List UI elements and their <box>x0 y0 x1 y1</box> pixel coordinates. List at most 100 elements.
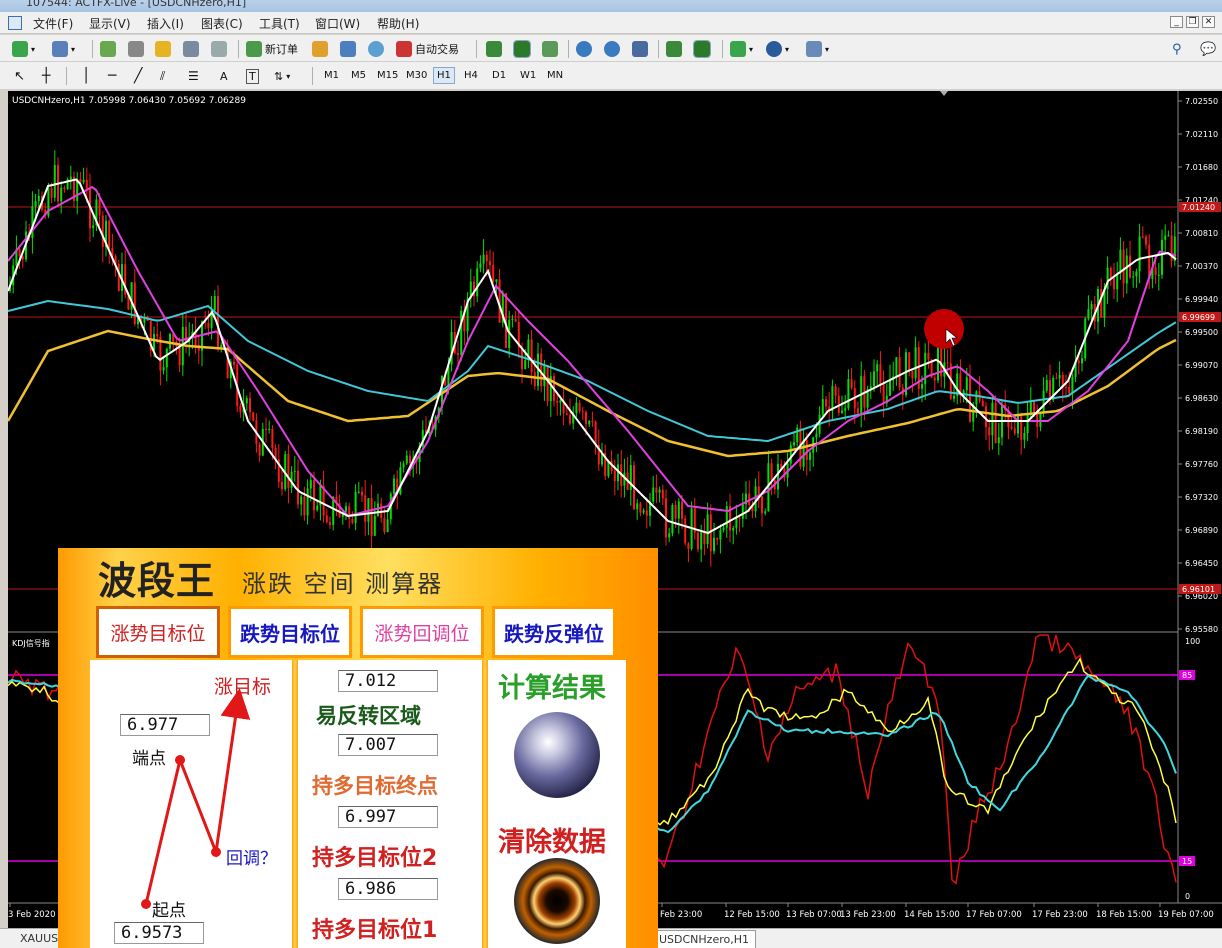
candle-body <box>79 178 82 183</box>
candle-body <box>1042 390 1045 413</box>
price-tick-label: 7.00370 <box>1185 262 1218 271</box>
autoscroll-button[interactable] <box>693 39 711 59</box>
vertical-line-tool[interactable]: │ <box>82 66 90 86</box>
candle-body <box>706 514 709 545</box>
candle-body <box>674 505 677 519</box>
menu-view[interactable]: 显示(V) <box>86 15 134 32</box>
tab-xauusd[interactable]: XAUUS <box>14 930 64 948</box>
signals-button[interactable] <box>368 39 384 59</box>
candle-body <box>559 400 562 403</box>
line-chart-button[interactable] <box>542 39 558 59</box>
new-order-button[interactable]: 新订单 <box>246 39 298 59</box>
zoom-out-button[interactable] <box>604 39 620 59</box>
time-tick-label: 14 Feb 15:00 <box>904 910 960 920</box>
tester-button[interactable] <box>211 39 227 59</box>
cursor-tool[interactable]: ↖ <box>14 66 25 86</box>
text-label-tool[interactable]: T <box>246 66 259 86</box>
new-chart-button[interactable]: ▾ <box>12 39 35 59</box>
candle-body <box>245 398 248 404</box>
chart-shift-marker[interactable] <box>940 91 948 96</box>
candle-body <box>697 532 699 550</box>
navigator-button[interactable] <box>155 39 171 59</box>
candle-body <box>764 511 767 514</box>
candle-body <box>1154 267 1157 276</box>
bar-chart-button[interactable] <box>486 39 502 59</box>
tile-windows-button[interactable] <box>632 39 648 59</box>
candle-body <box>18 249 21 257</box>
timeframe-w1[interactable]: W1 <box>518 69 538 82</box>
candle-body <box>1071 376 1074 394</box>
community-button[interactable] <box>340 39 356 59</box>
app-icon[interactable] <box>8 16 22 30</box>
minimize-icon[interactable]: _ <box>1170 16 1183 28</box>
menu-window[interactable]: 窗口(W) <box>312 15 363 32</box>
arrows-tool[interactable]: ⇅ ▾ <box>274 66 290 86</box>
tab-uptrend-target[interactable]: 涨势目标位 <box>96 606 220 658</box>
candle-body <box>31 206 34 239</box>
candle-body <box>898 357 901 388</box>
timeframe-h1[interactable]: H1 <box>433 67 455 84</box>
candle-body <box>1068 387 1071 394</box>
trendline-tool[interactable]: ╱ <box>134 66 142 86</box>
terminal-button[interactable] <box>183 39 199 59</box>
candle-body <box>994 402 997 444</box>
indicators-button[interactable]: ▾ <box>730 39 753 59</box>
horizontal-line-tool[interactable]: ─ <box>108 66 116 86</box>
candle-body <box>825 399 827 407</box>
timeframe-h4[interactable]: H4 <box>462 69 480 82</box>
candle-body <box>1125 255 1128 284</box>
terminal-window: 107544: ACTFX-Live - [USDCNHzero,H1] 文件(… <box>0 0 1222 948</box>
menu-chart[interactable]: 图表(C) <box>198 15 246 32</box>
periods-button[interactable]: ▾ <box>766 39 789 59</box>
chart-shift-button[interactable] <box>666 39 682 59</box>
channel-tool[interactable]: ⫽ <box>160 66 165 86</box>
candle-body <box>1132 276 1135 278</box>
menu-tools[interactable]: 工具(T) <box>256 15 303 32</box>
profiles-button[interactable]: ▾ <box>52 39 75 59</box>
data-window-button[interactable] <box>128 39 144 59</box>
candle-body <box>101 215 104 247</box>
start-value-field[interactable]: 6.9573 <box>114 922 204 944</box>
candle-body <box>511 318 514 320</box>
timeframe-m5[interactable]: M5 <box>349 69 368 82</box>
timeframe-mn[interactable]: MN <box>545 69 565 82</box>
tab-downtrend-target[interactable]: 跌势目标位 <box>228 606 352 658</box>
calculate-button[interactable] <box>514 712 600 798</box>
crosshair-tool[interactable]: ┼ <box>42 66 50 86</box>
metaeditor-button[interactable] <box>312 39 328 59</box>
tab-downtrend-rebound[interactable]: 跌势反弹位 <box>492 606 616 658</box>
candle-body <box>997 437 1000 444</box>
clear-button[interactable] <box>514 858 600 944</box>
candle-body <box>1141 236 1144 238</box>
tab-uptrend-pullback[interactable]: 涨势回调位 <box>360 606 484 658</box>
timeframe-m30[interactable]: M30 <box>404 69 429 82</box>
fibonacci-tool[interactable]: ☰ <box>188 66 199 86</box>
zoom-in-button[interactable] <box>576 39 592 59</box>
close-icon[interactable]: ✕ <box>1202 16 1215 28</box>
menu-insert[interactable]: 插入(I) <box>144 15 187 32</box>
menu-help[interactable]: 帮助(H) <box>374 15 422 32</box>
candle-body <box>133 282 136 325</box>
kdj-axis-top: 100 <box>1185 637 1200 646</box>
candle-body <box>924 352 927 385</box>
clock-icon <box>766 41 782 57</box>
templates-button[interactable]: ▾ <box>806 39 829 59</box>
chat-button[interactable]: 💬 <box>1200 39 1216 59</box>
timeframe-m1[interactable]: M1 <box>322 69 341 82</box>
menu-file[interactable]: 文件(F) <box>30 15 76 32</box>
timeframe-d1[interactable]: D1 <box>490 69 508 82</box>
auto-trading-button[interactable]: 自动交易 <box>396 39 459 59</box>
restore-icon[interactable]: ❐ <box>1186 16 1199 28</box>
candle-body <box>1161 239 1163 275</box>
end-value-field[interactable]: 6.977 <box>120 714 210 736</box>
search-button[interactable]: ⚲ <box>1172 39 1182 59</box>
candle-body <box>1017 415 1019 434</box>
candle-body <box>1058 374 1061 379</box>
tab-usdcnh[interactable]: USDCNHzero,H1 <box>652 930 757 948</box>
timeframe-m15[interactable]: M15 <box>375 69 400 82</box>
candle-chart-button[interactable] <box>513 39 531 59</box>
text-tool[interactable]: A <box>220 66 228 86</box>
candle-body <box>796 427 799 443</box>
market-watch-button[interactable] <box>100 39 116 59</box>
candle-body <box>988 427 991 436</box>
